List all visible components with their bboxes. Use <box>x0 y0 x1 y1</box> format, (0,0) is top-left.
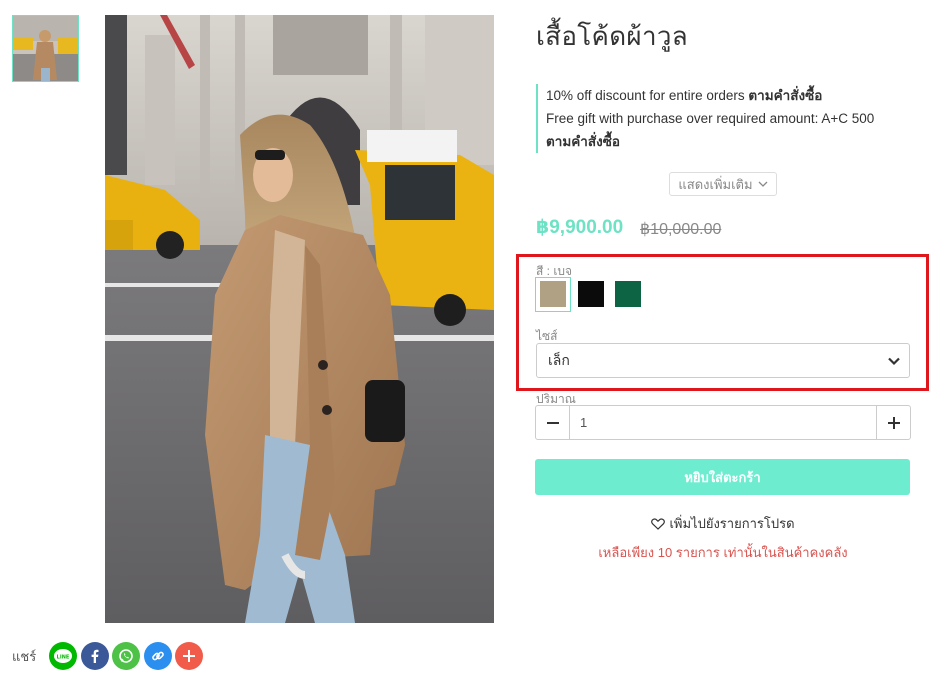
quantity-increase-button[interactable] <box>876 405 911 440</box>
promotion-item: 10% off discount for entire orders ตามคำ… <box>546 84 916 107</box>
product-title: เสื้อโค้ดผ้าวูล <box>536 21 688 51</box>
add-to-cart-label: หยิบใส่ตะกร้า <box>684 469 761 485</box>
promotion-item: Free gift with purchase over required am… <box>546 107 916 153</box>
chevron-down-icon <box>888 357 900 365</box>
color-swatch-green[interactable] <box>615 281 641 307</box>
heart-icon <box>651 517 666 530</box>
add-to-cart-button[interactable]: หยิบใส่ตะกร้า <box>535 459 910 495</box>
promotion-link[interactable]: ตามคำสั่งซื้อ <box>748 88 822 103</box>
promotion-link[interactable]: ตามคำสั่งซื้อ <box>546 134 620 149</box>
share-row: แชร์ LINE <box>12 642 207 670</box>
show-more-button[interactable]: แสดงเพิ่มเติม <box>669 172 777 196</box>
show-more-label: แสดงเพิ่มเติม <box>678 176 753 192</box>
link-icon <box>151 651 164 661</box>
more-share-button[interactable] <box>175 642 204 670</box>
quantity-decrease-button[interactable] <box>535 405 570 440</box>
quantity-input[interactable]: 1 <box>570 405 876 440</box>
size-select-value: เล็ก <box>548 351 570 368</box>
wishlist-label: เพิ่มไปยังรายการโปรด <box>669 516 795 531</box>
quantity-stepper: 1 <box>535 405 911 440</box>
current-price: ฿9,900.00 <box>536 217 624 238</box>
product-photo <box>105 15 494 623</box>
add-to-wishlist-link[interactable]: เพิ่มไปยังรายการโปรด <box>536 513 910 534</box>
line-icon: LINE <box>54 649 73 663</box>
whatsapp-share-button[interactable] <box>112 642 141 670</box>
product-main-image[interactable] <box>105 15 494 623</box>
chevron-down-icon <box>758 181 768 187</box>
product-thumbnail[interactable] <box>12 15 79 82</box>
whatsapp-icon <box>119 649 133 663</box>
product-thumbnail-image <box>13 16 78 81</box>
plus-icon <box>887 416 900 429</box>
share-label: แชร์ <box>12 648 37 664</box>
promotion-text: Free gift with purchase over required am… <box>546 111 875 126</box>
facebook-share-button[interactable] <box>80 642 109 670</box>
color-swatch-beige[interactable] <box>540 281 566 307</box>
facebook-icon <box>91 649 99 663</box>
color-swatch-black[interactable] <box>578 281 604 307</box>
copy-link-button[interactable] <box>143 642 172 670</box>
minus-icon <box>546 421 559 424</box>
stock-warning: เหลือเพียง 10 รายการ เท่านั้นในสินค้าคงค… <box>598 545 848 560</box>
original-price: ฿10,000.00 <box>640 221 722 238</box>
line-share-button[interactable]: LINE <box>49 642 78 670</box>
plus-icon <box>183 650 196 662</box>
promotions-list: 10% off discount for entire orders ตามคำ… <box>536 84 916 153</box>
promotion-text: 10% off discount for entire orders <box>546 88 745 103</box>
svg-text:LINE: LINE <box>57 655 70 661</box>
size-select[interactable]: เล็ก <box>536 343 910 378</box>
